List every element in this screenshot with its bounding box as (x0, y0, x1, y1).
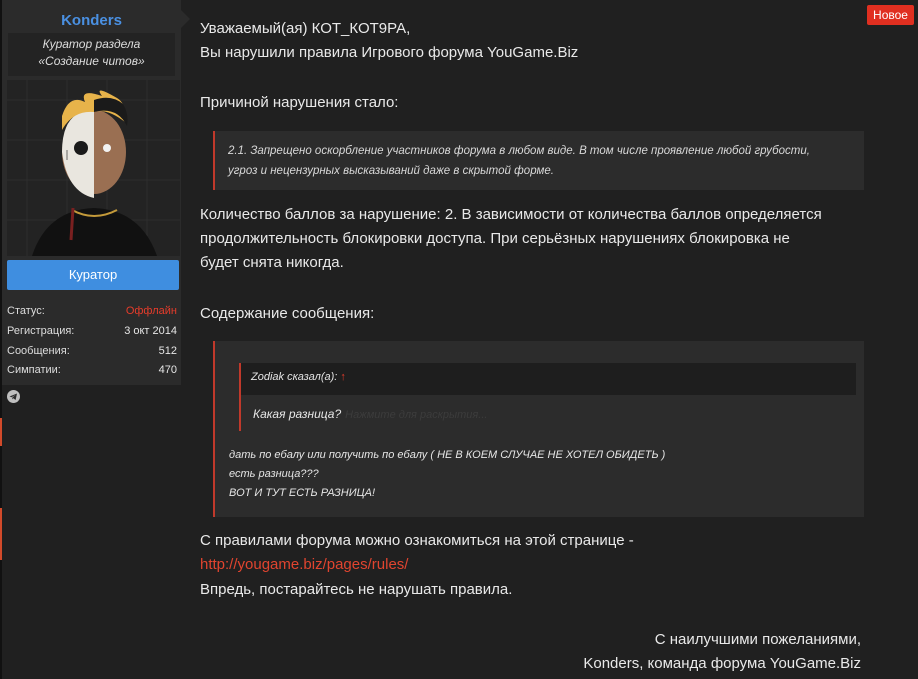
rules-link-row: http://yougame.biz/pages/rules/ (200, 553, 408, 577)
rules-intro: С правилами форума можно ознакомиться на… (200, 532, 634, 549)
rule-quote-text: 2.1. Запрещено оскорбление участников фо… (228, 141, 858, 181)
reason-label: Причиной нарушения стало: (200, 94, 399, 111)
left-accent (0, 508, 2, 560)
jump-to-post-icon[interactable]: ↑ (340, 371, 346, 383)
user-title: Куратор раздела «Создание читов» (8, 33, 175, 76)
inner-quote-body: Какая разница? Нажмите для раскрытия... (239, 395, 856, 431)
inner-quote-header: Zodiak сказал(а): ↑ (239, 363, 856, 395)
stat-status: Статус: Оффлайн (7, 301, 177, 321)
new-badge: Новое (867, 5, 914, 25)
username-link[interactable]: Konders (2, 12, 181, 29)
stat-value: 3 окт 2014 (124, 325, 177, 337)
user-title-line: «Создание читов» (38, 54, 145, 68)
quoted-line: есть разница??? (229, 468, 319, 480)
stat-likes: Симпатии: 470 (7, 360, 177, 380)
telegram-icon[interactable] (7, 390, 20, 403)
rule-line: 2.1. Запрещено оскорбление участников фо… (228, 145, 810, 157)
signature-line: С наилучшими пожеланиями, (654, 631, 861, 648)
rules-link[interactable]: http://yougame.biz/pages/rules/ (200, 556, 408, 573)
inner-quote-author: Zodiak сказал(а): ↑ (251, 371, 346, 383)
points-text: Количество баллов за нарушение: 2. В зав… (200, 203, 890, 275)
stat-label: Симпатии: (7, 364, 61, 376)
rule-quote: 2.1. Запрещено оскорбление участников фо… (213, 131, 864, 190)
expand-quote-link[interactable]: Нажмите для раскрытия... (345, 409, 487, 421)
stat-label: Сообщения: (7, 345, 70, 357)
inner-quote-author-name: Zodiak сказал(а): (251, 371, 338, 383)
quoted-message: дать по ебалу или получить по ебалу ( НЕ… (229, 446, 665, 503)
message-quote: Zodiak сказал(а): ↑ Какая разница? Нажмит… (213, 341, 864, 517)
avatar[interactable] (7, 80, 180, 256)
violation-text: Вы нарушили правила Игрового форума YouG… (200, 44, 579, 61)
points-line: продолжительность блокировки доступа. Пр… (200, 230, 790, 247)
points-line: будет снята никогда. (200, 254, 344, 271)
content-label: Содержание сообщения: (200, 305, 375, 322)
stat-value: 470 (158, 364, 177, 376)
advice-text: Впредь, постарайтесь не нарушать правила… (200, 581, 513, 598)
telegram-glyph (9, 393, 17, 400)
greeting: Уважаемый(ая) КОТ_КОТ9РА, (200, 20, 411, 37)
curator-role-button[interactable]: Куратор (7, 260, 179, 290)
quoted-line: ВОТ И ТУТ ЕСТЬ РАЗНИЦА! (229, 487, 376, 499)
avatar-image (7, 80, 180, 256)
stat-value: 512 (158, 345, 177, 357)
inner-quote-text: Какая разница? Нажмите для раскрытия... (253, 407, 487, 421)
points-line: Количество баллов за нарушение: 2. В зав… (200, 206, 822, 223)
user-title-line: Куратор раздела (42, 37, 141, 51)
sidebar-pointer (181, 10, 190, 28)
stat-label: Регистрация: (7, 325, 75, 337)
stat-value: Оффлайн (125, 305, 177, 317)
left-accent (0, 418, 2, 446)
inner-quote-content: Какая разница? (253, 407, 342, 421)
signature-line: Konders, команда форума YouGame.Biz (583, 655, 861, 672)
stat-label: Статус: (7, 305, 45, 317)
rule-line: угроз и нецензурных высказываний даже в … (228, 165, 554, 177)
user-sidebar: Konders Куратор раздела «Создание читов»… (2, 0, 181, 385)
stat-messages: Сообщения: 512 (7, 341, 177, 361)
stat-registration: Регистрация: 3 окт 2014 (7, 321, 177, 341)
quoted-line: дать по ебалу или получить по ебалу ( НЕ… (229, 449, 666, 461)
